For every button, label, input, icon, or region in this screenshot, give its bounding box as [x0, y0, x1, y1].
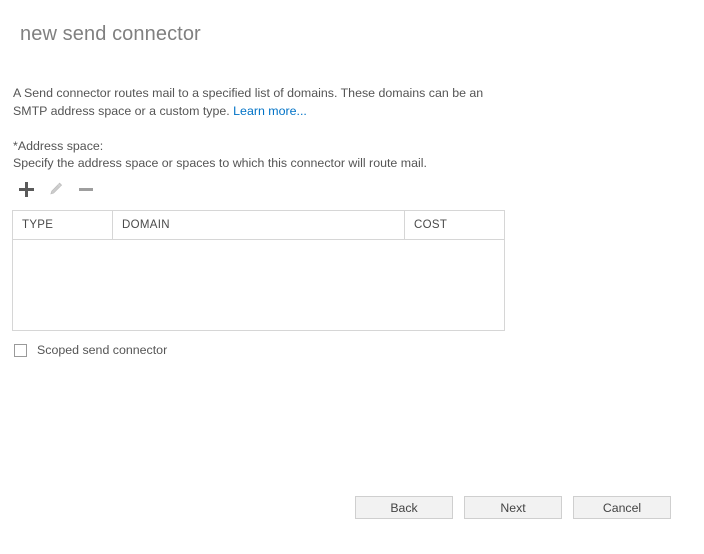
- cancel-button[interactable]: Cancel: [573, 496, 671, 519]
- plus-icon: [18, 181, 34, 197]
- address-space-grid[interactable]: TYPE DOMAIN COST: [12, 210, 505, 331]
- wizard-footer: Back Next Cancel: [355, 496, 671, 519]
- add-address-space-button[interactable]: [13, 178, 39, 200]
- edit-address-space-button[interactable]: [43, 178, 69, 200]
- address-space-label: *Address space:: [13, 139, 104, 153]
- column-header-domain[interactable]: DOMAIN: [113, 211, 405, 239]
- page-title: new send connector: [20, 23, 201, 45]
- address-space-toolbar: [13, 178, 103, 200]
- back-button[interactable]: Back: [355, 496, 453, 519]
- grid-header-row: TYPE DOMAIN COST: [13, 211, 504, 240]
- intro-description: A Send connector routes mail to a specif…: [13, 84, 513, 120]
- learn-more-link[interactable]: Learn more...: [233, 104, 307, 118]
- scoped-send-connector-label: Scoped send connector: [37, 343, 168, 357]
- minus-icon: [79, 187, 93, 191]
- scoped-send-connector-checkbox-row[interactable]: Scoped send connector: [14, 343, 167, 357]
- scoped-send-connector-checkbox[interactable]: [14, 343, 27, 357]
- pencil-icon: [50, 182, 63, 195]
- grid-body-empty[interactable]: [13, 240, 504, 330]
- next-button[interactable]: Next: [464, 496, 562, 519]
- column-header-type[interactable]: TYPE: [13, 211, 113, 239]
- column-header-cost[interactable]: COST: [405, 211, 504, 239]
- remove-address-space-button[interactable]: [73, 178, 99, 200]
- new-send-connector-wizard: new send connector A Send connector rout…: [0, 0, 704, 554]
- address-space-hint: Specify the address space or spaces to w…: [13, 156, 427, 170]
